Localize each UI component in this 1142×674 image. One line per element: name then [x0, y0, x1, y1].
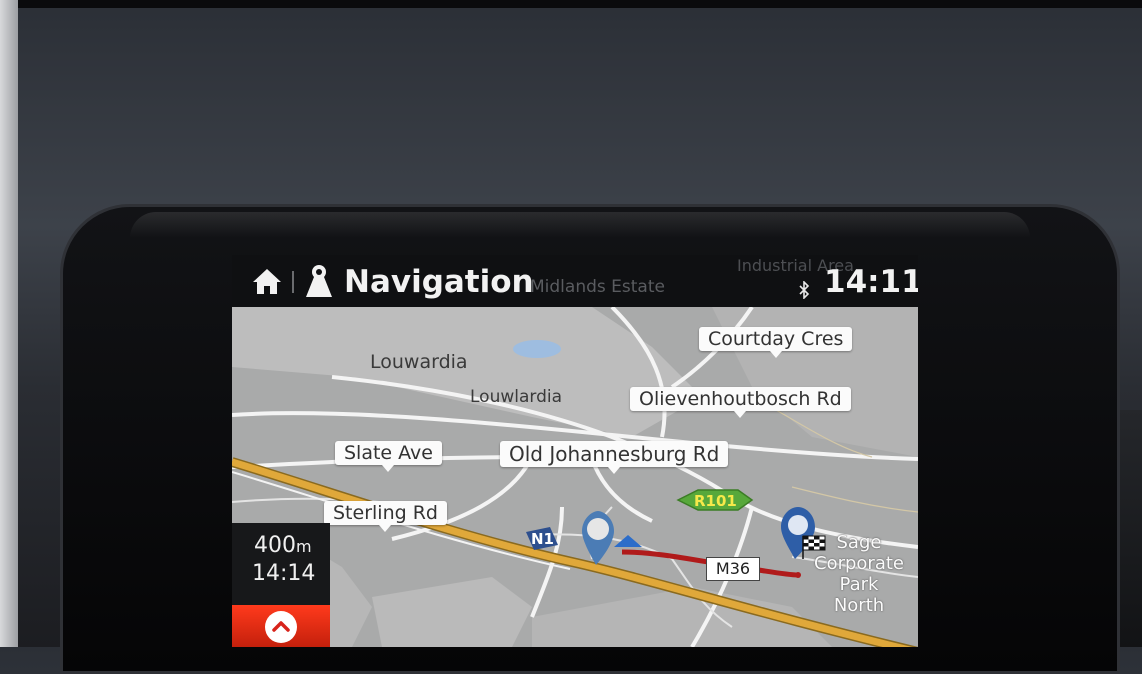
vehicle-position-icon — [614, 533, 642, 549]
guidance-panel[interactable]: 400m 14:14 — [232, 523, 330, 647]
sage-line: Sage — [836, 532, 882, 553]
street-callout: Courtday Cres — [699, 327, 853, 358]
map-view[interactable]: Louwardia Louwlardia Courtday Cres Oliev… — [232, 307, 918, 647]
area-label: Louwlardia — [470, 387, 563, 407]
road-shield-m36: M36 — [706, 557, 760, 581]
infotainment-screen: Navigation Midlands Estate Industrial Ar… — [232, 255, 918, 647]
expand-guidance-button[interactable] — [232, 605, 330, 647]
street-callout-text: Courtday Cres — [708, 328, 844, 350]
street-callout: Olievenhoutbosch Rd — [630, 387, 851, 418]
sage-line: Park — [839, 574, 879, 595]
sage-line: North — [833, 595, 885, 616]
header-bar: Navigation Midlands Estate Industrial Ar… — [232, 255, 918, 307]
bezel-gloss — [130, 212, 1030, 238]
distance-unit: m — [296, 537, 312, 556]
home-icon[interactable] — [252, 267, 282, 295]
top-dark-strip — [0, 0, 1142, 8]
bluetooth-icon — [799, 281, 810, 299]
map-ghost-label: Midlands Estate — [530, 277, 665, 297]
street-callout-text: Olievenhoutbosch Rd — [639, 388, 842, 410]
fuel-station-icon — [586, 519, 610, 539]
road-shield-r101: R101 — [694, 492, 737, 510]
eta: 14:14 — [252, 561, 316, 586]
area-label-sage: Sage Corporate Park North — [814, 532, 904, 616]
street-callout-text: Old Johannesburg Rd — [509, 442, 720, 466]
area-label: Louwardia — [370, 351, 468, 373]
street-callout: Slate Ave — [335, 441, 442, 472]
road-shield-n1: N1 — [531, 530, 554, 548]
distance-value: 400 — [254, 533, 296, 558]
street-callout-text: Sterling Rd — [333, 502, 438, 524]
distance-to-turn: 400m — [254, 533, 312, 558]
up-button-circle — [265, 611, 297, 643]
sage-line: Corporate — [814, 553, 904, 574]
street-callout: Old Johannesburg Rd — [500, 441, 729, 474]
header-divider — [292, 271, 294, 293]
chevron-up-icon — [272, 621, 290, 632]
page-title: Navigation — [344, 264, 534, 300]
navigation-icon — [306, 265, 332, 297]
street-callout: Sterling Rd — [324, 501, 447, 532]
street-callout-text: Slate Ave — [344, 442, 433, 464]
left-interior-panel — [0, 0, 18, 647]
clock: 14:11 — [824, 264, 918, 300]
